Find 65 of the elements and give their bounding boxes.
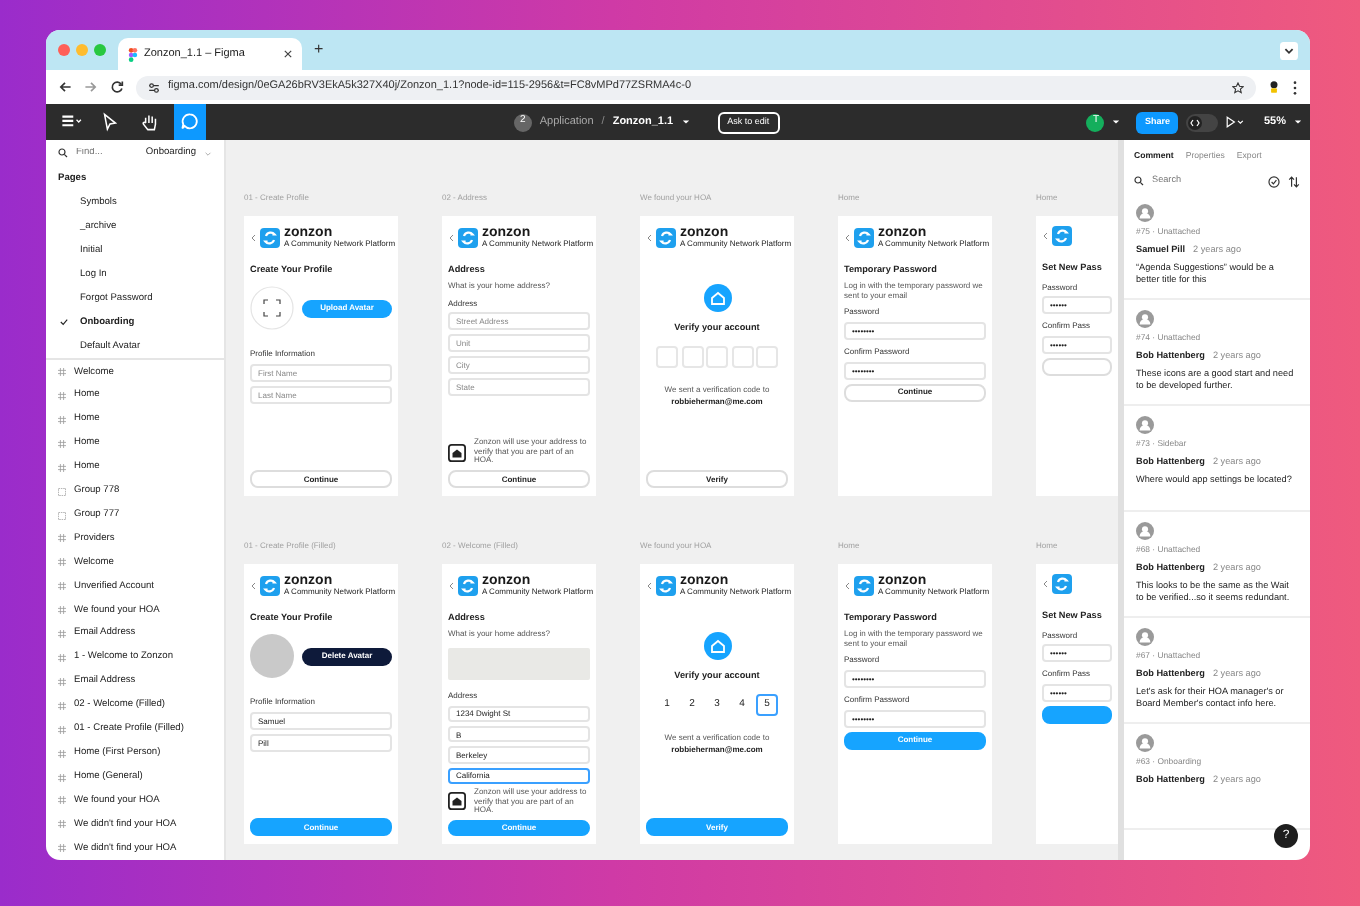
logo-icon — [1052, 226, 1072, 246]
new-tab-button[interactable]: + — [314, 42, 324, 58]
logo-icon — [260, 575, 280, 596]
house-icon — [448, 443, 466, 462]
logo-icon — [458, 575, 478, 596]
logo-icon — [1052, 574, 1072, 594]
figma-logo-icon — [128, 47, 138, 61]
frame-icon — [58, 582, 66, 591]
frame-icon — [58, 820, 66, 829]
logo-icon — [260, 227, 280, 248]
frame-icon — [58, 653, 66, 662]
logo-icon — [656, 575, 676, 596]
logo-icon — [854, 575, 874, 596]
avatar-icon — [1136, 628, 1154, 647]
search-icon — [58, 148, 68, 159]
frame-icon — [58, 368, 66, 377]
house-icon — [448, 792, 466, 811]
logo-icon — [458, 227, 478, 248]
back-icon[interactable] — [58, 80, 72, 94]
group-icon — [58, 511, 66, 520]
sort-icon[interactable] — [1288, 175, 1300, 188]
avatar-icon — [1136, 416, 1154, 435]
close-icon[interactable] — [284, 50, 292, 58]
code-toggle-icon[interactable] — [1186, 113, 1218, 131]
frame-icon — [58, 439, 66, 448]
frame-icon — [58, 725, 66, 734]
map-placeholder — [448, 647, 590, 681]
search-icon — [1134, 176, 1144, 187]
avatar-icon — [1136, 204, 1154, 223]
frame-icon — [58, 844, 66, 853]
avatar-icon — [1136, 310, 1154, 329]
group-icon — [58, 487, 66, 496]
frame-icon — [58, 558, 66, 567]
frame-icon — [58, 677, 66, 686]
frame-icon — [58, 749, 66, 758]
house-icon — [703, 632, 731, 661]
house-icon — [703, 284, 731, 313]
frame-icon — [58, 415, 66, 424]
avatar-icon — [1136, 734, 1154, 753]
reload-icon[interactable] — [110, 80, 124, 94]
frame-icon — [58, 463, 66, 472]
forward-icon[interactable] — [84, 80, 98, 94]
frame-icon — [58, 701, 66, 710]
frame-icon — [58, 606, 66, 615]
resolved-filter-icon[interactable] — [1268, 175, 1280, 188]
caret-icon[interactable] — [681, 118, 690, 126]
frame-icon — [58, 796, 66, 805]
chevron-down-icon[interactable] — [1280, 41, 1298, 59]
face-scan-icon[interactable] — [250, 286, 294, 331]
frame-icon — [58, 630, 66, 639]
avatar-icon — [1136, 522, 1154, 541]
logo-icon — [854, 227, 874, 248]
frame-icon — [58, 773, 66, 781]
frame-icon — [58, 534, 66, 543]
more-menu-icon[interactable] — [1292, 79, 1298, 95]
star-icon[interactable] — [1232, 81, 1244, 93]
caret-icon[interactable] — [1112, 118, 1121, 126]
check-icon — [60, 318, 68, 327]
site-settings-icon[interactable] — [148, 81, 160, 93]
extension-icon[interactable] — [1268, 80, 1280, 94]
play-icon[interactable] — [1226, 116, 1244, 128]
caret-icon[interactable] — [1294, 118, 1303, 126]
continue-button[interactable] — [1042, 706, 1112, 725]
logo-icon — [656, 227, 676, 248]
frame-icon — [58, 392, 66, 400]
